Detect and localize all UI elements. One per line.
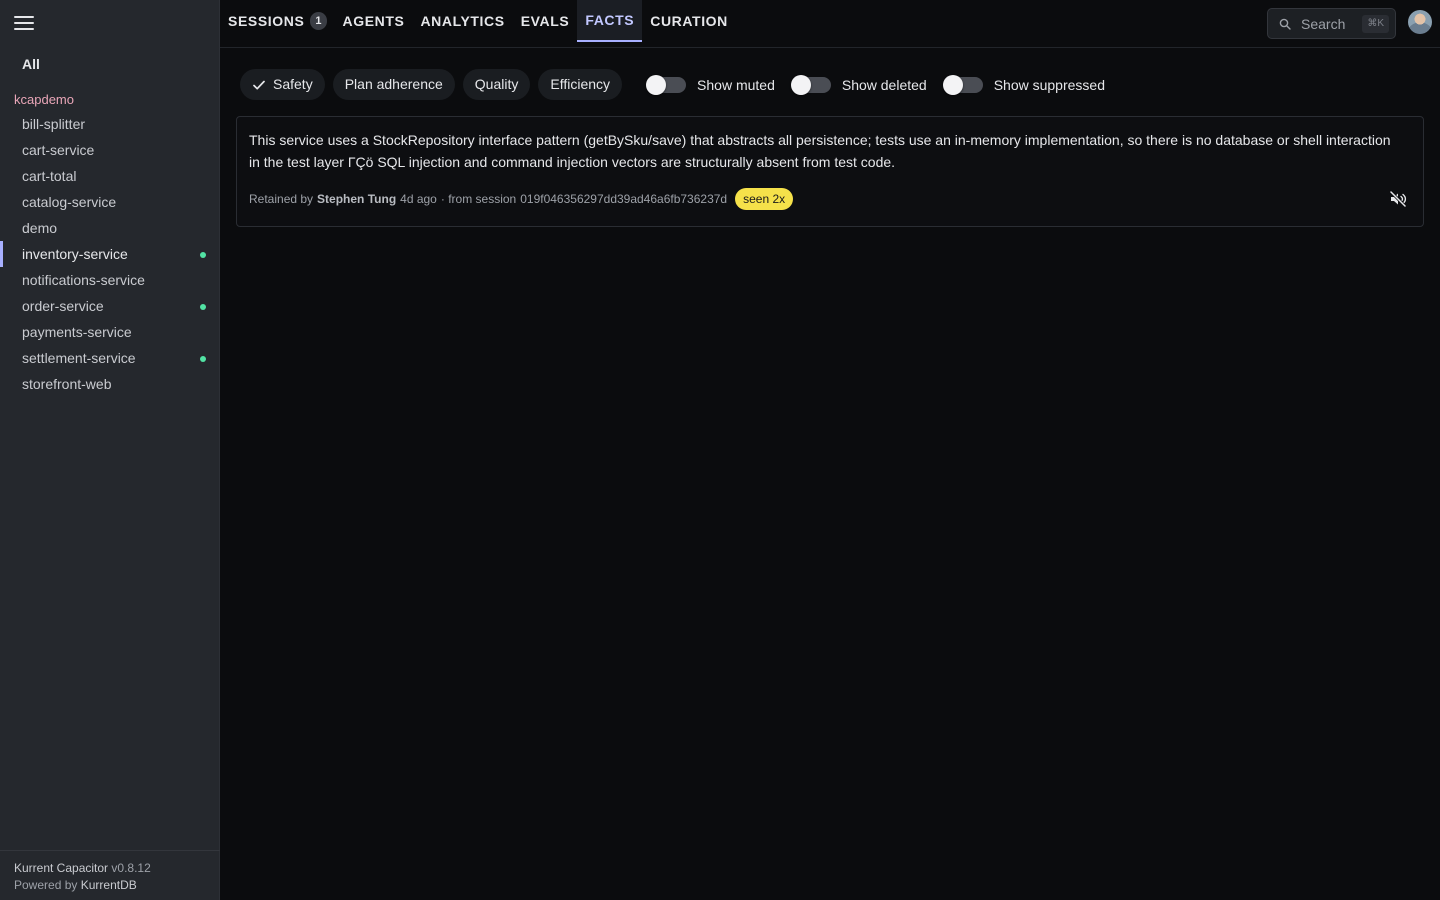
tab-sessions[interactable]: SESSIONS 1 <box>220 0 335 42</box>
sidebar-item-order-service[interactable]: order-service <box>0 293 220 319</box>
top-bar: SESSIONS 1 AGENTS ANALYTICS EVALS FACTS CURATI… <box>220 0 1440 48</box>
tab-label: FACTS <box>585 12 635 28</box>
seen-count-badge: seen 2x <box>735 188 794 210</box>
sidebar-item-storefront-web[interactable]: storefront-web <box>0 371 220 397</box>
fact-age: 4d ago <box>400 192 437 206</box>
tab-label: ANALYTICS <box>420 13 505 29</box>
activity-dot <box>200 356 206 362</box>
tab-label: SESSIONS <box>228 13 305 29</box>
sidebar-item-cart-service[interactable]: cart-service <box>0 137 220 163</box>
menu-icon[interactable] <box>14 16 34 32</box>
sidebar-item-demo[interactable]: demo <box>0 215 220 241</box>
toggle-switch[interactable] <box>646 74 687 95</box>
toggle-switch[interactable] <box>790 74 831 95</box>
sidebar-item-notifications-service[interactable]: notifications-service <box>0 267 220 293</box>
toggle-switch[interactable] <box>942 74 983 95</box>
filter-chip-label: Efficiency <box>550 76 611 92</box>
sidebar-item-label: storefront-web <box>22 376 112 392</box>
filter-chip-quality[interactable]: Quality <box>462 69 531 100</box>
retained-label: Retained by <box>249 192 314 206</box>
sidebar-item-label: demo <box>22 220 58 236</box>
sidebar-group-label: kcapdemo <box>14 92 74 107</box>
sidebar-item-inventory-service[interactable]: inventory-service <box>0 241 220 267</box>
sidebar-item-label: settlement-service <box>22 350 136 366</box>
sidebar-item-label: cart-service <box>22 142 95 158</box>
filter-chip-safety[interactable]: Safety <box>240 69 325 100</box>
mute-icon[interactable] <box>1388 189 1408 209</box>
session-label: · from session <box>440 192 517 206</box>
tab-label: EVALS <box>520 13 570 29</box>
search-placeholder: Search <box>1301 16 1346 32</box>
session-id-link[interactable]: 019f046356297dd39ad46a6fb736237d <box>520 192 727 206</box>
filter-chip-plan-adherence[interactable]: Plan adherence <box>332 69 455 100</box>
kurrentdb-link[interactable]: KurrentDB <box>81 878 137 892</box>
toggle-show-muted[interactable]: Show muted <box>646 74 775 95</box>
main-tabs: SESSIONS 1 AGENTS ANALYTICS EVALS FACTS CURATI… <box>220 0 736 48</box>
tab-label: AGENTS <box>342 13 405 29</box>
search-icon <box>1279 18 1291 30</box>
filter-chip-efficiency[interactable]: Efficiency <box>538 69 623 100</box>
user-avatar[interactable] <box>1408 10 1432 34</box>
fact-card: This service uses a StockRepository inte… <box>236 116 1424 227</box>
sidebar-item-label: notifications-service <box>22 272 145 288</box>
fact-author: Stephen Tung <box>317 192 397 206</box>
sidebar-item-all[interactable]: All <box>22 56 40 72</box>
activity-dot <box>200 252 206 258</box>
search-box[interactable]: Search ⌘K <box>1267 8 1396 39</box>
toggle-show-deleted[interactable]: Show deleted <box>790 74 927 95</box>
filter-chip-label: Plan adherence <box>344 76 443 92</box>
tab-agents[interactable]: AGENTS <box>335 0 413 42</box>
toggle-knob <box>646 74 667 95</box>
filter-chip-label: Safety <box>273 76 313 92</box>
sidebar-item-settlement-service[interactable]: settlement-service <box>0 345 220 371</box>
search-shortcut: ⌘K <box>1362 15 1389 33</box>
sidebar-item-cart-total[interactable]: cart-total <box>0 163 220 189</box>
toggle-label: Show muted <box>697 76 775 93</box>
sidebar-footer: Kurrent Capacitor v0.8.12 Powered by Kur… <box>0 850 220 900</box>
sidebar-item-catalog-service[interactable]: catalog-service <box>0 189 220 215</box>
check-icon <box>253 80 265 90</box>
sidebar-item-label: inventory-service <box>22 246 128 262</box>
toggle-label: Show suppressed <box>993 76 1105 93</box>
toggle-label: Show deleted <box>841 76 927 93</box>
sidebar: All kcapdemo bill-splitter cart-service ca… <box>0 0 220 900</box>
sidebar-list: bill-splitter cart-service cart-total catal… <box>0 111 220 397</box>
toggle-show-suppressed[interactable]: Show suppressed <box>942 74 1105 95</box>
sidebar-item-label: bill-splitter <box>22 116 86 132</box>
activity-dot <box>200 304 206 310</box>
tab-count-badge: 1 <box>310 12 327 30</box>
filter-bar: Safety Plan adherence Quality Efficiency Sho… <box>240 69 1105 100</box>
sidebar-item-label: cart-total <box>22 168 77 184</box>
tab-facts[interactable]: FACTS <box>577 0 643 42</box>
tab-evals[interactable]: EVALS <box>513 0 578 42</box>
tab-curation[interactable]: CURATION <box>642 0 736 42</box>
sidebar-item-bill-splitter[interactable]: bill-splitter <box>0 111 220 137</box>
tab-analytics[interactable]: ANALYTICS <box>412 0 512 42</box>
filter-chip-label: Quality <box>474 76 519 92</box>
product-version: v0.8.12 <box>111 861 151 875</box>
sidebar-item-label: catalog-service <box>22 194 117 210</box>
fact-text: This service uses a StockRepository inte… <box>249 132 1391 170</box>
tab-label: CURATION <box>650 13 728 29</box>
sidebar-item-label: payments-service <box>22 324 132 340</box>
sidebar-item-label: order-service <box>22 298 104 314</box>
powered-by-label: Powered by <box>14 878 78 892</box>
fact-meta: Retained by Stephen Tung 4d ago · from s… <box>249 187 794 211</box>
product-name: Kurrent Capacitor <box>14 861 109 875</box>
sidebar-item-payments-service[interactable]: payments-service <box>0 319 220 345</box>
toggle-knob <box>942 74 963 95</box>
toggle-knob <box>790 74 811 95</box>
